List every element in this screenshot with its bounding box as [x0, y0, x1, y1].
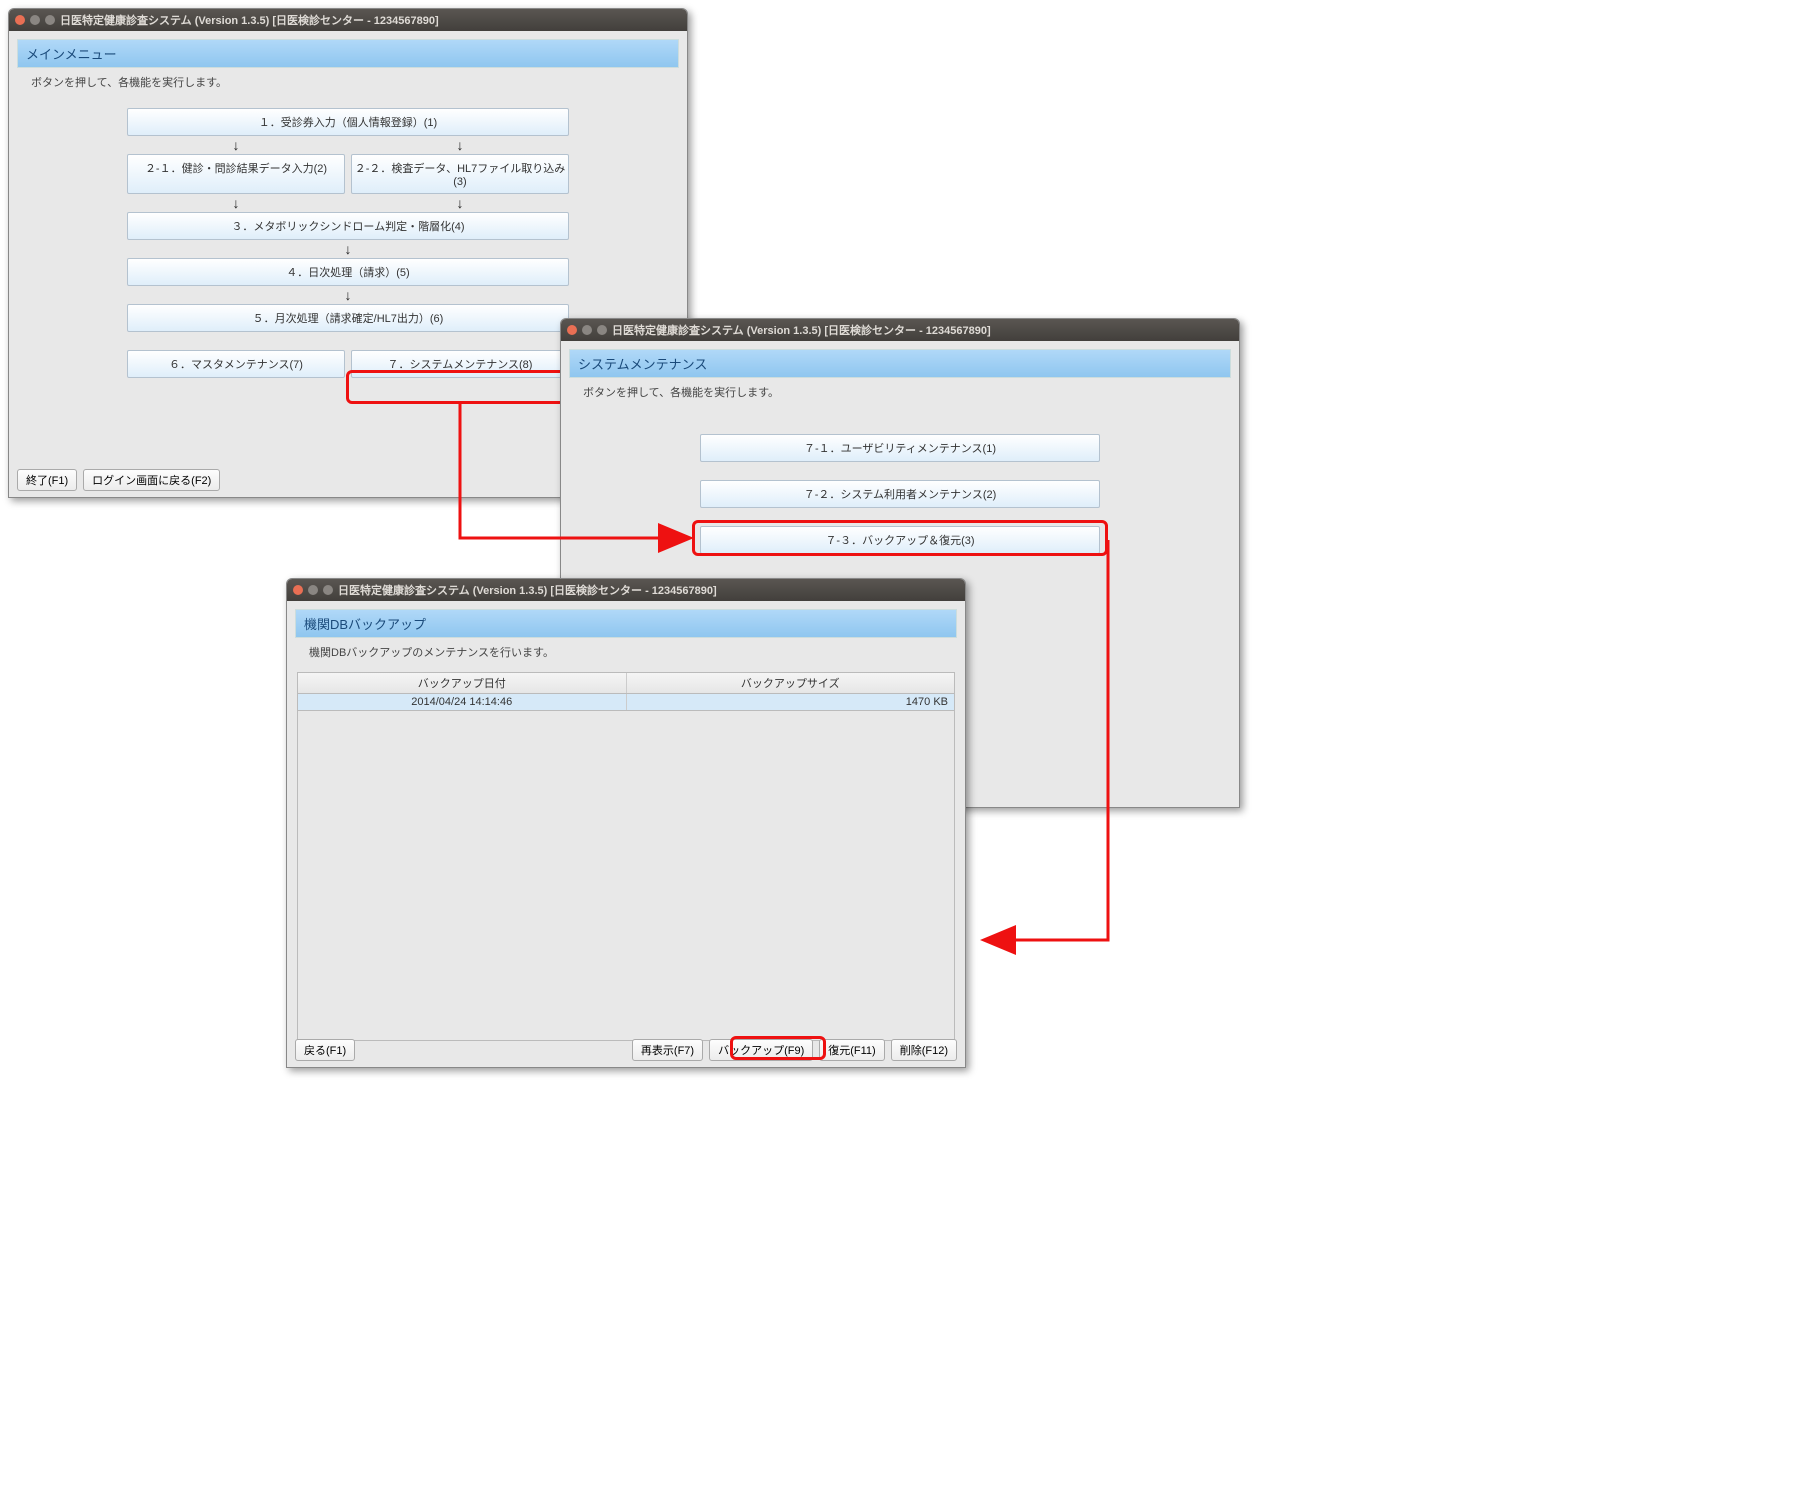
menu-btn-7-2[interactable]: ７-２．システム利用者メンテナンス(2): [700, 480, 1100, 508]
instruction-text: ボタンを押して、各機能を実行します。: [569, 378, 1231, 406]
maximize-icon[interactable]: [323, 585, 333, 595]
delete-button[interactable]: 削除(F12): [891, 1039, 957, 1061]
col-backup-size: バックアップサイズ: [627, 673, 955, 693]
page-title: 機関DBバックアップ: [295, 609, 957, 638]
menu-btn-1[interactable]: １．受診券入力（個人情報登録）(1): [127, 108, 569, 136]
back-to-login-button[interactable]: ログイン画面に戻る(F2): [83, 469, 220, 491]
backup-table-body: [297, 711, 955, 1041]
menu-btn-7-3-backup-restore[interactable]: ７-３．バックアップ＆復元(3): [700, 526, 1100, 554]
menu-btn-2-2[interactable]: ２-２．検査データ、HL7ファイル取り込み(3): [351, 154, 569, 194]
arrow-down-icon: ↓: [351, 198, 569, 208]
close-icon[interactable]: [567, 325, 577, 335]
arrow-down-icon: ↓: [345, 244, 352, 254]
arrow-down-icon: ↓: [127, 198, 345, 208]
cell-backup-size: 1470 KB: [627, 694, 955, 710]
page-title: システムメンテナンス: [569, 349, 1231, 378]
menu-btn-4[interactable]: ４．日次処理（請求）(5): [127, 258, 569, 286]
window-title: 日医特定健康診査システム (Version 1.3.5) [日医検診センター -…: [338, 582, 717, 598]
menu-btn-5[interactable]: ５．月次処理（請求確定/HL7出力）(6): [127, 304, 569, 332]
titlebar: 日医特定健康診査システム (Version 1.3.5) [日医検診センター -…: [287, 579, 965, 601]
menu-btn-6[interactable]: ６．マスタメンテナンス(7): [127, 350, 345, 378]
restore-button[interactable]: 復元(F11): [819, 1039, 884, 1061]
minimize-icon[interactable]: [308, 585, 318, 595]
back-button[interactable]: 戻る(F1): [295, 1039, 355, 1061]
minimize-icon[interactable]: [582, 325, 592, 335]
close-icon[interactable]: [15, 15, 25, 25]
col-backup-date: バックアップ日付: [298, 673, 627, 693]
instruction-text: ボタンを押して、各機能を実行します。: [17, 68, 679, 96]
window-title: 日医特定健康診査システム (Version 1.3.5) [日医検診センター -…: [60, 12, 439, 28]
arrow-down-icon: ↓: [345, 290, 352, 300]
page-title: メインメニュー: [17, 39, 679, 68]
exit-button[interactable]: 終了(F1): [17, 469, 77, 491]
maximize-icon[interactable]: [597, 325, 607, 335]
menu-btn-2-1[interactable]: ２-１．健診・問診結果データ入力(2): [127, 154, 345, 194]
db-backup-window: 日医特定健康診査システム (Version 1.3.5) [日医検診センター -…: [286, 578, 966, 1068]
arrow-down-icon: ↓: [351, 140, 569, 150]
minimize-icon[interactable]: [30, 15, 40, 25]
cell-backup-date: 2014/04/24 14:14:46: [298, 694, 627, 710]
arrow-down-icon: ↓: [127, 140, 345, 150]
window-title: 日医特定健康診査システム (Version 1.3.5) [日医検診センター -…: [612, 322, 991, 338]
instruction-text: 機関DBバックアップのメンテナンスを行います。: [295, 638, 957, 666]
table-row[interactable]: 2014/04/24 14:14:46 1470 KB: [297, 694, 955, 711]
menu-btn-3[interactable]: ３．メタボリックシンドローム判定・階層化(4): [127, 212, 569, 240]
menu-btn-7-1[interactable]: ７-１．ユーザビリティメンテナンス(1): [700, 434, 1100, 462]
maximize-icon[interactable]: [45, 15, 55, 25]
titlebar: 日医特定健康診査システム (Version 1.3.5) [日医検診センター -…: [9, 9, 687, 31]
close-icon[interactable]: [293, 585, 303, 595]
backup-table-header: バックアップ日付 バックアップサイズ: [297, 672, 955, 694]
backup-button[interactable]: バックアップ(F9): [709, 1039, 813, 1061]
menu-btn-7-system-maintenance[interactable]: ７．システムメンテナンス(8): [351, 350, 569, 378]
titlebar: 日医特定健康診査システム (Version 1.3.5) [日医検診センター -…: [561, 319, 1239, 341]
refresh-button[interactable]: 再表示(F7): [632, 1039, 703, 1061]
